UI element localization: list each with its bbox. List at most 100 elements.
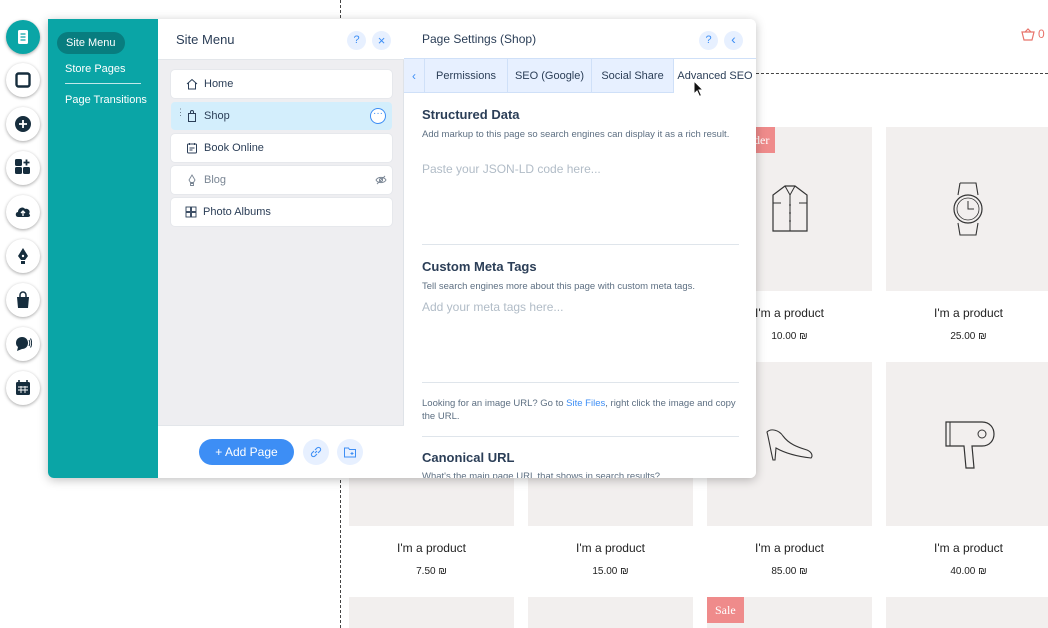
watch-icon: [953, 182, 983, 236]
page-item-home[interactable]: Home: [171, 70, 392, 98]
add-folder-button[interactable]: [337, 439, 363, 465]
page-item-label: Photo Albums: [203, 206, 271, 218]
product-name[interactable]: I'm a product: [886, 541, 1048, 555]
drag-handle-icon[interactable]: ⋮: [176, 108, 185, 121]
product-image-watch[interactable]: [886, 127, 1048, 291]
tab-permissions[interactable]: Permissions: [425, 59, 508, 93]
nav-site-menu[interactable]: Site Menu: [57, 32, 125, 54]
site-menu-close-button[interactable]: ×: [372, 31, 391, 50]
cart-count: 0: [1038, 27, 1045, 41]
add-icon: [15, 116, 31, 132]
chat-icon: [16, 337, 32, 351]
chat-tool-button[interactable]: [6, 327, 40, 361]
page-item-label: Home: [204, 78, 234, 90]
structured-data-input[interactable]: Paste your JSON-LD code here...: [422, 162, 601, 176]
canonical-url-title: Canonical URL: [422, 450, 515, 465]
store-tool-button[interactable]: [6, 283, 40, 317]
product-image[interactable]: [528, 597, 693, 628]
link-icon: [310, 446, 322, 458]
site-menu-footer: + Add Page: [158, 425, 404, 478]
home-icon: [186, 78, 198, 90]
product-price: 40.00 ₪: [950, 566, 987, 577]
page-item-label: Book Online: [204, 142, 264, 154]
pages-tool-button[interactable]: [6, 20, 40, 54]
shirt-icon: [772, 185, 808, 232]
background-icon: [15, 72, 31, 88]
page-item-label: Shop: [204, 110, 230, 122]
add-page-button[interactable]: + Add Page: [199, 439, 294, 465]
background-tool-button[interactable]: [6, 63, 40, 97]
apps-tool-button[interactable]: [6, 151, 40, 185]
product-image[interactable]: [349, 597, 514, 628]
section-guide-horizontal: [756, 73, 1048, 74]
hair-dryer-icon: [945, 421, 995, 469]
pages-icon: [18, 30, 28, 44]
page-settings-title: Page Settings (Shop): [422, 32, 537, 46]
albums-icon: [185, 206, 197, 218]
divider: [422, 436, 739, 437]
pages-panel: Site Menu Store Pages Page Transitions S…: [48, 19, 756, 478]
structured-data-title: Structured Data: [422, 107, 520, 122]
shop-bag-icon: [186, 110, 198, 122]
custom-meta-tags-title: Custom Meta Tags: [422, 259, 537, 274]
page-item-label: Blog: [204, 174, 227, 186]
tabs-scroll-left-icon[interactable]: ‹: [404, 59, 425, 93]
product-price: 85.00 ₪: [771, 566, 808, 577]
tab-advanced-seo[interactable]: Advanced SEO: [674, 59, 756, 93]
product-image[interactable]: [528, 478, 693, 526]
product-image[interactable]: [886, 597, 1048, 628]
site-files-link[interactable]: Site Files: [566, 398, 605, 409]
product-image-hairdryer[interactable]: [886, 362, 1048, 526]
site-menu-column: Site Menu ? × Home ⋮ Shop ··· Book Onlin…: [158, 19, 404, 478]
high-heel-icon: [766, 429, 813, 461]
page-more-actions-button[interactable]: ···: [370, 108, 386, 124]
upload-icon: [15, 207, 31, 217]
product-name[interactable]: I'm a product: [528, 541, 693, 555]
nav-page-transitions[interactable]: Page Transitions: [65, 94, 147, 106]
product-name[interactable]: I'm a product: [886, 306, 1048, 320]
blog-tool-button[interactable]: [6, 239, 40, 273]
page-item-book-online[interactable]: Book Online: [171, 134, 392, 162]
custom-meta-tags-description: Tell search engines more about this page…: [422, 281, 696, 292]
product-price: 7.50 ₪: [416, 566, 447, 577]
page-settings-help-button[interactable]: ?: [699, 31, 718, 50]
custom-meta-tags-input[interactable]: Add your meta tags here...: [422, 300, 563, 314]
page-item-shop[interactable]: ⋮ Shop ···: [171, 102, 392, 130]
page-settings-header: Page Settings (Shop) ? ‹: [404, 19, 756, 58]
page-settings-back-button[interactable]: ‹: [724, 31, 743, 50]
image-url-tip: Looking for an image URL? Go to Site Fil…: [422, 397, 740, 423]
page-item-blog[interactable]: Blog: [171, 166, 392, 194]
divider: [422, 244, 739, 245]
canonical-url-description: What's the main page URL that shows in s…: [422, 471, 661, 478]
sale-badge-partial: der: [754, 127, 776, 153]
advanced-seo-content: Structured Data Add markup to this page …: [404, 93, 756, 478]
hidden-eye-icon[interactable]: [375, 174, 387, 186]
tip-text: Looking for an image URL? Go to: [422, 398, 567, 409]
product-price: 25.00 ₪: [950, 331, 987, 342]
cart-widget[interactable]: 0: [1021, 27, 1045, 41]
product-image[interactable]: [349, 478, 514, 526]
product-name[interactable]: I'm a product: [707, 541, 872, 555]
site-menu-help-button[interactable]: ?: [347, 31, 366, 50]
add-link-button[interactable]: [303, 439, 329, 465]
add-tool-button[interactable]: [6, 107, 40, 141]
apps-icon: [15, 159, 30, 174]
nav-divider: [65, 83, 141, 84]
nav-store-pages[interactable]: Store Pages: [65, 63, 126, 75]
tab-seo-google[interactable]: SEO (Google): [508, 59, 592, 93]
divider: [422, 382, 739, 383]
blog-icon: [186, 174, 198, 186]
upload-tool-button[interactable]: [6, 195, 40, 229]
page-item-photo-albums[interactable]: Photo Albums: [171, 198, 392, 226]
panel-nav: Site Menu Store Pages Page Transitions: [48, 19, 158, 478]
bookings-tool-button[interactable]: [6, 371, 40, 405]
tab-social-share[interactable]: Social Share: [592, 59, 674, 93]
structured-data-description: Add markup to this page so search engine…: [422, 129, 730, 140]
blog-pen-icon: [18, 248, 28, 264]
folder-add-icon: [344, 447, 356, 458]
product-price: 15.00 ₪: [592, 566, 629, 577]
product-name[interactable]: I'm a product: [349, 541, 514, 555]
mouse-cursor-icon: [693, 80, 705, 98]
site-menu-title: Site Menu: [176, 32, 235, 47]
store-bag-icon: [17, 291, 29, 308]
